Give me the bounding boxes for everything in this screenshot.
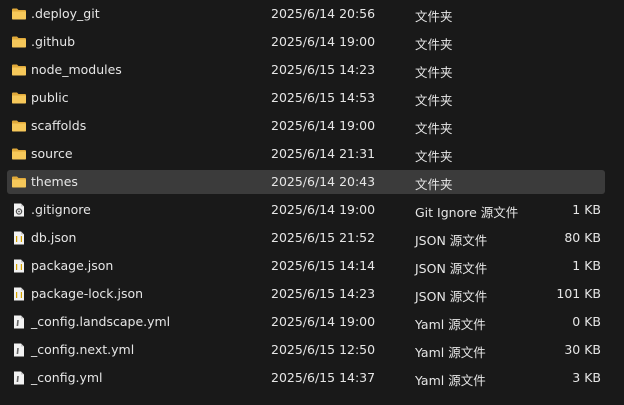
file-modified-date: 2025/6/15 12:50 — [271, 342, 376, 357]
file-row[interactable]: node_modules 2025/6/15 14:23 文件夹 — [7, 58, 605, 82]
file-modified-date: 2025/6/15 14:53 — [271, 90, 376, 105]
file-row[interactable]: package-lock.json 2025/6/15 14:23 JSON 源文件… — [7, 282, 605, 306]
file-row[interactable]: .gitignore 2025/6/14 19:00 Git Ignore 源文件 1… — [7, 198, 605, 222]
file-type: Git Ignore 源文件 — [415, 205, 519, 220]
file-modified-date: 2025/6/15 21:52 — [271, 230, 376, 245]
file-name: node_modules — [31, 62, 122, 77]
file-type: 文件夹 — [415, 65, 453, 80]
file-row[interactable]: package.json 2025/6/15 14:14 JSON 源文件 1 KB — [7, 254, 605, 278]
file-type: JSON 源文件 — [415, 289, 488, 304]
file-size: 80 KB — [564, 230, 601, 245]
file-type: 文件夹 — [415, 93, 453, 108]
file-type: 文件夹 — [415, 149, 453, 164]
file-name: .gitignore — [31, 202, 91, 217]
file-row[interactable]: public 2025/6/15 14:53 文件夹 — [7, 86, 605, 110]
json-file-icon — [11, 286, 27, 302]
file-row[interactable]: _config.landscape.yml 2025/6/14 19:00 Yaml… — [7, 310, 605, 334]
file-type: 文件夹 — [415, 177, 453, 192]
file-row[interactable]: .deploy_git 2025/6/14 20:56 文件夹 — [7, 2, 605, 26]
folder-icon — [11, 34, 27, 50]
file-modified-date: 2025/6/14 19:00 — [271, 202, 376, 217]
file-size: 30 KB — [564, 342, 601, 357]
file-size: 1 KB — [572, 258, 601, 273]
file-modified-date: 2025/6/14 19:00 — [271, 314, 376, 329]
file-row[interactable]: .github 2025/6/14 19:00 文件夹 — [7, 30, 605, 54]
file-name: scaffolds — [31, 118, 87, 133]
folder-icon — [11, 6, 27, 22]
file-type: JSON 源文件 — [415, 233, 488, 248]
file-modified-date: 2025/6/14 20:43 — [271, 174, 376, 189]
file-row[interactable]: db.json 2025/6/15 21:52 JSON 源文件 80 KB — [7, 226, 605, 250]
file-name: package.json — [31, 258, 114, 273]
folder-icon — [11, 62, 27, 78]
file-type: 文件夹 — [415, 37, 453, 52]
file-size: 101 KB — [556, 286, 601, 301]
file-type: JSON 源文件 — [415, 261, 488, 276]
file-type: Yaml 源文件 — [415, 373, 486, 388]
file-name: themes — [31, 174, 78, 189]
file-modified-date: 2025/6/14 21:31 — [271, 146, 376, 161]
yaml-file-icon — [11, 370, 27, 386]
gear-file-icon — [11, 202, 27, 218]
folder-icon — [11, 146, 27, 162]
json-file-icon — [11, 258, 27, 274]
file-modified-date: 2025/6/14 20:56 — [271, 6, 376, 21]
file-size: 0 KB — [572, 314, 601, 329]
file-name: _config.landscape.yml — [31, 314, 171, 329]
file-type: Yaml 源文件 — [415, 345, 486, 360]
json-file-icon — [11, 230, 27, 246]
file-modified-date: 2025/6/15 14:23 — [271, 286, 376, 301]
folder-icon — [11, 174, 27, 190]
file-size: 3 KB — [572, 370, 601, 385]
file-row[interactable]: _config.next.yml 2025/6/15 12:50 Yaml 源文件 3… — [7, 338, 605, 362]
file-name: .github — [31, 34, 76, 49]
file-modified-date: 2025/6/14 19:00 — [271, 34, 376, 49]
file-name: public — [31, 90, 69, 105]
file-type: Yaml 源文件 — [415, 317, 486, 332]
yaml-file-icon — [11, 342, 27, 358]
file-type: 文件夹 — [415, 121, 453, 136]
file-modified-date: 2025/6/15 14:14 — [271, 258, 376, 273]
file-name: package-lock.json — [31, 286, 144, 301]
file-name: db.json — [31, 230, 77, 245]
file-row[interactable]: _config.yml 2025/6/15 14:37 Yaml 源文件 3 KB — [7, 366, 605, 390]
folder-icon — [11, 90, 27, 106]
file-modified-date: 2025/6/15 14:37 — [271, 370, 376, 385]
file-name: source — [31, 146, 73, 161]
file-modified-date: 2025/6/15 14:23 — [271, 62, 376, 77]
file-row[interactable]: scaffolds 2025/6/14 19:00 文件夹 — [7, 114, 605, 138]
file-type: 文件夹 — [415, 9, 453, 24]
file-name: _config.next.yml — [31, 342, 135, 357]
yaml-file-icon — [11, 314, 27, 330]
folder-icon — [11, 118, 27, 134]
file-row[interactable]: themes 2025/6/14 20:43 文件夹 — [7, 170, 605, 194]
file-modified-date: 2025/6/14 19:00 — [271, 118, 376, 133]
file-name: .deploy_git — [31, 6, 100, 21]
file-name: _config.yml — [31, 370, 103, 385]
file-row[interactable]: source 2025/6/14 21:31 文件夹 — [7, 142, 605, 166]
file-size: 1 KB — [572, 202, 601, 217]
